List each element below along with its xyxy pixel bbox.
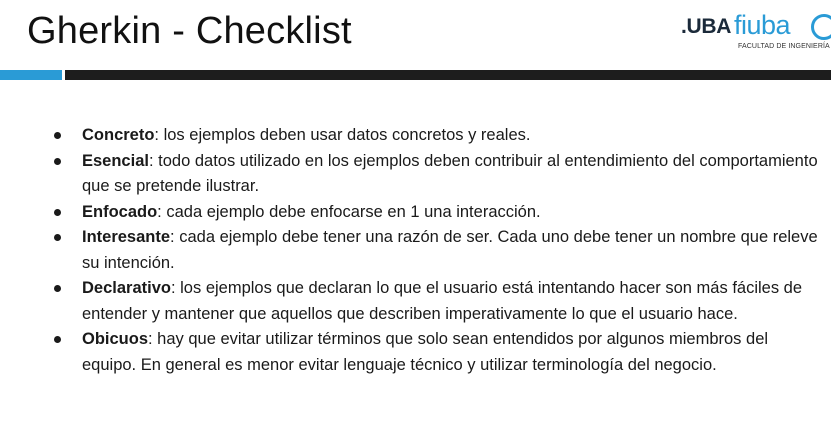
item-text: : los ejemplos que declaran lo que el us…: [82, 279, 803, 323]
header-accent-bar: [0, 70, 62, 80]
checklist-content: Concreto: los ejemplos deben usar datos …: [46, 123, 826, 378]
logo-fiuba-text: fiuba: [734, 10, 791, 40]
bullet-icon: [54, 132, 61, 139]
item-term: Esencial: [82, 151, 149, 170]
item-term: Interesante: [82, 228, 171, 246]
checklist-item-concreto: Concreto: los ejemplos deben usar datos …: [46, 123, 826, 149]
logo-subtitle: FACULTAD DE INGENIERÍA: [738, 43, 830, 50]
slide: Gherkin - Checklist .UBA fiuba FACULTAD …: [0, 0, 831, 445]
item-term: Enfocado: [82, 202, 158, 221]
slide-title: Gherkin - Checklist: [27, 10, 352, 52]
item-text: : hay que evitar utilizar términos que s…: [82, 330, 769, 374]
item-term: Declarativo: [82, 279, 171, 297]
fiuba-logo: .UBA fiuba FACULTAD DE INGENIERÍA: [681, 8, 831, 58]
item-text: : cada ejemplo debe tener una razón de s…: [82, 228, 818, 272]
item-text: : cada ejemplo debe enfocarse en 1 una i…: [157, 202, 541, 221]
item-text: : los ejemplos deben usar datos concreto…: [154, 126, 531, 144]
logo-uba-text: .UBA: [681, 15, 732, 38]
checklist-item-obicuos: Obicuos: hay que evitar utilizar término…: [46, 327, 826, 378]
logo-emblem-icon: [811, 14, 831, 40]
bullet-icon: [54, 234, 61, 241]
item-term: Concreto: [82, 126, 155, 144]
checklist-item-declarativo: Declarativo: los ejemplos que declaran l…: [46, 276, 826, 327]
checklist-item-esencial: Esencial: todo datos utilizado en los ej…: [46, 149, 826, 200]
bullet-icon: [54, 336, 61, 343]
item-term: Obicuos: [82, 330, 149, 348]
header-divider-bar: [65, 70, 831, 80]
checklist-item-interesante: Interesante: cada ejemplo debe tener una…: [46, 225, 826, 276]
checklist-item-enfocado: Enfocado: cada ejemplo debe enfocarse en…: [46, 200, 826, 226]
checklist: Concreto: los ejemplos deben usar datos …: [46, 123, 826, 378]
item-text: : todo datos utilizado en los ejemplos d…: [82, 151, 818, 196]
bullet-icon: [54, 157, 61, 165]
bullet-icon: [54, 208, 61, 216]
bullet-icon: [54, 285, 61, 292]
